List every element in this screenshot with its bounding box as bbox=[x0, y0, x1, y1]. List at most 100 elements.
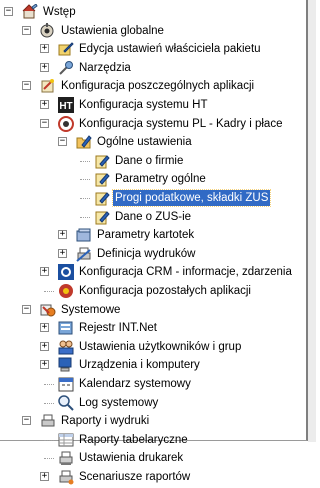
collapse-toggle[interactable]: − bbox=[22, 416, 31, 426]
edit-folder-icon bbox=[76, 134, 92, 150]
tree-node[interactable]: − Raporty i wydruki bbox=[0, 412, 306, 430]
tree-node-label[interactable]: Ustawienia drukarek bbox=[77, 450, 185, 466]
tree-node[interactable]: + Scenariusze raportów bbox=[0, 468, 306, 486]
edit-package-icon bbox=[58, 41, 74, 57]
tree-node-label[interactable]: Kalendarz systemowy bbox=[77, 376, 193, 392]
tree-node-label[interactable]: Ustawienia użytkowników i grup bbox=[77, 339, 243, 355]
expand-toggle[interactable]: + bbox=[58, 248, 67, 258]
vertical-scrollbar[interactable] bbox=[308, 0, 316, 442]
tree-connector bbox=[44, 439, 54, 441]
tree-node[interactable]: + Edycja ustawień właściciela pakietu bbox=[0, 40, 306, 58]
users-groups-icon bbox=[58, 339, 74, 355]
tree-node-label[interactable]: Progi podatkowe, składki ZUS bbox=[111, 189, 272, 207]
registry-icon bbox=[58, 320, 74, 336]
expand-toggle[interactable]: + bbox=[58, 230, 67, 240]
tree-node[interactable]: Parametry ogólne bbox=[0, 170, 306, 188]
navigation-tree: − Wstęp − Ustawienia globalne + Edycja ustawi… bbox=[0, 0, 306, 485]
edit-doc-icon bbox=[94, 171, 110, 187]
tree-node-label[interactable]: Systemowe bbox=[59, 302, 122, 318]
tree-connector bbox=[44, 458, 54, 460]
tree-node-label[interactable]: Konfiguracja poszczególnych aplikacji bbox=[59, 78, 256, 94]
tree-node-label[interactable]: Konfiguracja systemu HT bbox=[77, 97, 209, 113]
tree-node[interactable]: Progi podatkowe, składki ZUS bbox=[0, 189, 306, 207]
edit-doc-icon bbox=[94, 190, 110, 206]
tree-node[interactable]: − Wstęp bbox=[0, 3, 306, 21]
tree-node[interactable]: Ustawienia drukarek bbox=[0, 449, 306, 467]
tree-node-label[interactable]: Urządzenia i komputery bbox=[77, 357, 202, 373]
tree-node[interactable]: Konfiguracja pozostałych aplikacji bbox=[0, 282, 306, 300]
tree-node-label[interactable]: Ogólne ustawienia bbox=[95, 134, 194, 150]
tree-node-label[interactable]: Ustawienia globalne bbox=[59, 23, 166, 39]
report-scenario-icon bbox=[58, 469, 74, 485]
tree-node-label[interactable]: Dane o ZUS-ie bbox=[113, 209, 193, 225]
tree-node-label[interactable]: Konfiguracja CRM - informacje, zdarzenia bbox=[77, 264, 294, 280]
tree-connector bbox=[44, 291, 54, 292]
tree-node-label[interactable]: Rejestr INT.Net bbox=[77, 320, 159, 336]
collapse-toggle[interactable]: − bbox=[4, 7, 13, 16]
tree-node[interactable]: − Konfiguracja poszczególnych aplikacji bbox=[0, 77, 306, 95]
expand-toggle[interactable]: + bbox=[40, 360, 49, 370]
collapse-toggle[interactable]: − bbox=[22, 304, 31, 314]
tree-node[interactable]: + Konfiguracja CRM - informacje, zdarzeni… bbox=[0, 263, 306, 281]
collapse-toggle[interactable]: − bbox=[22, 25, 31, 35]
table-report-icon bbox=[58, 432, 74, 448]
tree-node[interactable]: + HT Konfiguracja systemu HT bbox=[0, 96, 306, 114]
home-app-icon bbox=[22, 3, 38, 20]
tree-connector bbox=[44, 402, 54, 404]
expand-toggle[interactable]: + bbox=[40, 44, 49, 54]
tree-node[interactable]: − Systemowe bbox=[0, 301, 306, 319]
tree-node[interactable]: Log systemowy bbox=[0, 394, 306, 412]
tree-node-label[interactable]: Log systemowy bbox=[77, 395, 160, 411]
system-log-icon bbox=[58, 394, 74, 411]
tree-node-label[interactable]: Dane o firmie bbox=[113, 153, 185, 169]
tree-connector bbox=[44, 384, 54, 385]
tree-node-label[interactable]: Parametry ogólne bbox=[113, 171, 208, 187]
tree-node-label[interactable]: Konfiguracja systemu PL - Kadry i płace bbox=[77, 116, 284, 132]
tree-node-label[interactable]: Wstęp bbox=[41, 4, 78, 20]
printer-settings-icon bbox=[58, 450, 74, 466]
tree-node[interactable]: Raporty tabelaryczne bbox=[0, 431, 306, 449]
tree-node-label[interactable]: Raporty tabelaryczne bbox=[77, 432, 190, 448]
tree-connector bbox=[80, 198, 90, 199]
expand-toggle[interactable]: + bbox=[40, 323, 49, 333]
tree-node[interactable]: + Ustawienia użytkowników i grup bbox=[0, 338, 306, 356]
tree-node[interactable]: Dane o ZUS-ie bbox=[0, 208, 306, 226]
tree-node[interactable]: Dane o firmie bbox=[0, 152, 306, 170]
tree-node[interactable]: + Narzędzia bbox=[0, 59, 306, 77]
tree-node-label[interactable]: Definicja wydruków bbox=[95, 246, 197, 262]
tree-node-label[interactable]: Parametry kartotek bbox=[95, 227, 196, 243]
tree-node[interactable]: − Konfiguracja systemu PL - Kadry i płace bbox=[0, 115, 306, 133]
collapse-toggle[interactable]: − bbox=[22, 81, 31, 91]
expand-toggle[interactable]: + bbox=[40, 267, 49, 277]
tree-connector bbox=[80, 160, 90, 162]
tree-node[interactable]: − Ogólne ustawienia bbox=[0, 133, 306, 151]
svg-text:HT: HT bbox=[59, 101, 72, 112]
ht-app-icon: HT bbox=[58, 97, 74, 113]
collapse-toggle[interactable]: − bbox=[40, 118, 49, 128]
other-apps-icon bbox=[58, 283, 74, 299]
calendar-icon bbox=[58, 376, 74, 392]
collapse-toggle[interactable]: − bbox=[58, 137, 67, 147]
tree-node-label[interactable]: Narzędzia bbox=[77, 60, 133, 76]
cards-icon bbox=[76, 227, 92, 243]
edit-doc-icon bbox=[94, 153, 110, 169]
tree-node-label[interactable]: Scenariusze raportów bbox=[77, 469, 192, 485]
tree-node-label[interactable]: Konfiguracja pozostałych aplikacji bbox=[77, 283, 253, 299]
expand-toggle[interactable]: + bbox=[40, 100, 49, 109]
expand-toggle[interactable]: + bbox=[40, 62, 49, 72]
devices-computers-icon bbox=[58, 357, 74, 373]
tree-node-label[interactable]: Edycja ustawień właściciela pakietu bbox=[77, 41, 263, 57]
tree-node[interactable]: − Ustawienia globalne bbox=[0, 22, 306, 40]
tree-node[interactable]: Kalendarz systemowy bbox=[0, 375, 306, 393]
tree-node-label[interactable]: Raporty i wydruki bbox=[59, 413, 151, 429]
tree-node[interactable]: + Parametry kartotek bbox=[0, 226, 306, 244]
globe-settings-icon bbox=[40, 22, 56, 39]
pl-app-icon bbox=[58, 115, 74, 132]
crm-app-icon bbox=[58, 264, 74, 281]
tree-node[interactable]: + Definicja wydruków bbox=[0, 245, 306, 263]
tree-node[interactable]: + Rejestr INT.Net bbox=[0, 319, 306, 337]
expand-toggle[interactable]: + bbox=[40, 472, 49, 481]
expand-toggle[interactable]: + bbox=[40, 341, 49, 351]
tools-icon bbox=[58, 60, 74, 76]
tree-node[interactable]: + Urządzenia i komputery bbox=[0, 356, 306, 374]
